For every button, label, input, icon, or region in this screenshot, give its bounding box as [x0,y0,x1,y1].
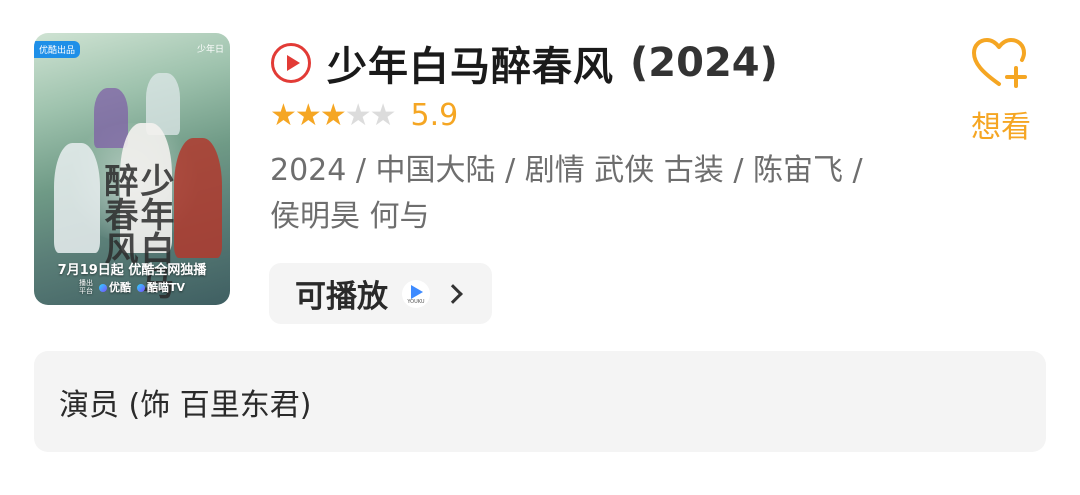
rating-row: ★★★★★ 5.9 [270,98,458,133]
want-to-watch-label: 想看 [971,110,1031,145]
poster-platform-kumiao-label: 酷喵TV [146,281,186,294]
actor-role-card[interactable]: 演员 (饰 百里东君) [34,351,1046,452]
poster-platform-youku-label: 优酷 [108,281,131,294]
star-rating: ★★★★★ [270,97,397,133]
movie-year: (2024) [630,40,778,86]
poster-platform-youku: 优酷 [98,279,131,295]
poster-figure [94,88,128,148]
movie-meta: 2024 / 中国大陆 / 剧情 武侠 古装 / 陈宙飞 / 侯明昊 何与 [270,153,863,234]
poster-platform-kumiao: 酷喵TV [136,279,186,295]
heart-plus-icon [972,38,1027,88]
poster-badge-logo: 少年日 [196,45,224,55]
actor-role-text: 演员 (饰 百里东君) [59,387,312,423]
movie-title[interactable]: 少年白马醉春风 [327,34,614,92]
poster-figure [54,143,100,253]
poster-figure [174,138,222,258]
want-to-watch-button[interactable]: 想看 [960,38,1042,146]
poster-release-line: 7月19日起 优酷全网独播 [57,263,207,278]
playable-label: 可播放 [295,279,388,315]
star-empty-icon: ★ [369,97,397,133]
youku-logo-icon [98,284,107,292]
star-filled-icon: ★ [270,97,297,133]
youku-icon-text: YOUKU [407,298,425,305]
chevron-right-icon [443,283,463,304]
youku-icon: YOUKU [402,279,430,308]
title-row: 少年白马醉春风 (2024) [271,34,778,92]
star-filled-icon: ★ [319,97,347,133]
kumiao-logo-icon [136,284,145,292]
rating-value: 5.9 [410,98,459,133]
play-circle-icon [271,43,311,83]
playable-button[interactable]: 可播放 YOUKU [269,263,492,324]
poster-platforms: 播出平台 优酷 酷喵TV [34,279,230,295]
star-filled-icon: ★ [294,97,322,133]
star-empty-icon: ★ [344,97,372,133]
poster-platform-caption: 播出平台 [78,279,93,295]
movie-poster[interactable]: 少年白马醉春风 优酷出品 少年日 7月19日起 优酷全网独播 播出平台 优酷 酷… [34,33,230,305]
poster-badge-producer: 优酷出品 [34,41,81,58]
